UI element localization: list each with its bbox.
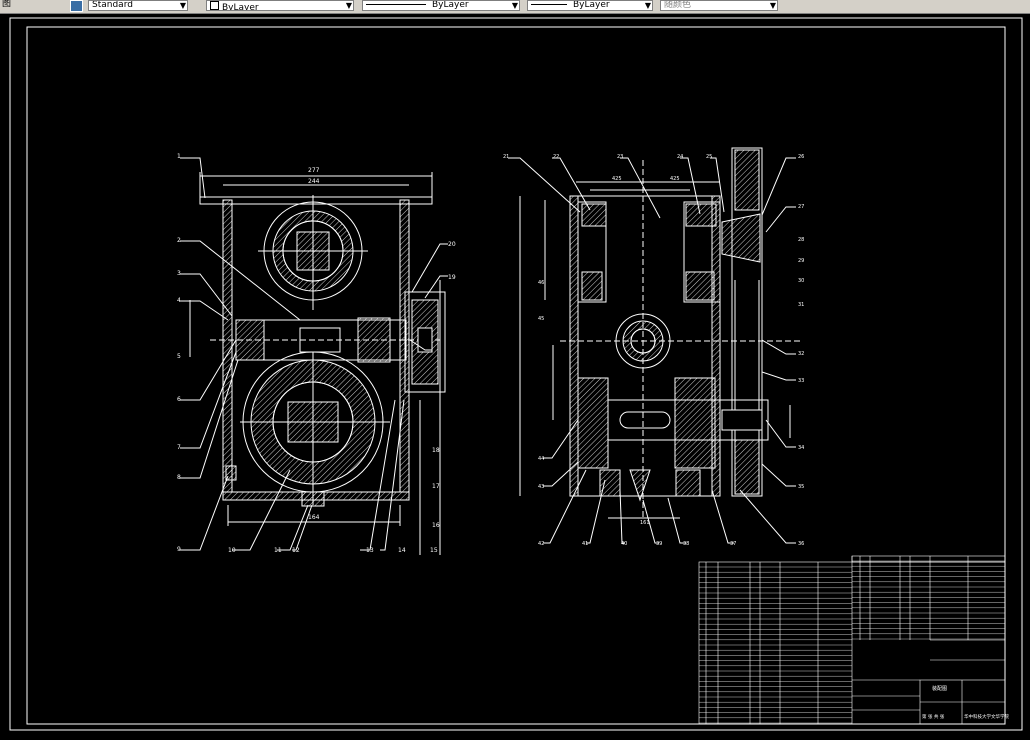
- balloon-30: 30: [798, 278, 804, 284]
- title-sheet-label: 第 张 共 张: [922, 713, 945, 720]
- balloon-32: 32: [798, 351, 804, 357]
- dim-overall-width: 277: [308, 167, 320, 174]
- balloon-41: 41: [582, 541, 588, 547]
- balloon-37: 37: [730, 541, 736, 547]
- dim-inner-width: 244: [308, 178, 320, 185]
- linetype-sample: [366, 4, 426, 5]
- linetype-select[interactable]: ByLayer ▼: [362, 0, 520, 11]
- title-drawing-name: 装配图: [932, 685, 947, 692]
- dim-top-a: 425: [612, 176, 622, 182]
- dim-bottom-width: 164: [308, 514, 320, 521]
- balloon-19: 19: [448, 274, 456, 281]
- balloon-17: 17: [432, 483, 440, 490]
- balloon-12: 12: [292, 547, 300, 554]
- sheet-inner-border: [26, 26, 1006, 725]
- lineweight-value: ByLayer: [573, 0, 610, 10]
- drawing-canvas[interactable]: 277 244 164 1 2 3 4 5 6 7 8 9 10 11 12 1…: [0, 13, 1030, 736]
- chevron-down-icon: ▼: [644, 1, 651, 10]
- balloon-6: 6: [177, 396, 181, 403]
- balloon-44: 44: [538, 456, 544, 462]
- chevron-down-icon: ▼: [769, 1, 776, 10]
- toolbar-left-label: 图: [2, 0, 12, 9]
- balloon-15: 15: [430, 547, 438, 554]
- balloon-35: 35: [798, 484, 804, 490]
- balloon-26: 26: [798, 154, 804, 160]
- balloon-9: 9: [177, 546, 181, 553]
- chevron-down-icon: ▼: [179, 1, 186, 10]
- balloon-16: 16: [432, 522, 440, 529]
- balloon-2: 2: [177, 237, 181, 244]
- balloon-11: 11: [274, 547, 282, 554]
- chevron-down-icon: ▼: [511, 1, 518, 10]
- balloon-7: 7: [177, 444, 181, 451]
- balloon-29: 29: [798, 258, 804, 264]
- plot-style-select[interactable]: 随颜色 ▼: [660, 0, 778, 11]
- linetype-value: ByLayer: [432, 0, 469, 10]
- balloon-43: 43: [538, 484, 544, 490]
- text-style-icon[interactable]: [70, 0, 83, 12]
- plot-style-value: 随颜色: [664, 0, 692, 10]
- balloon-40: 40: [621, 541, 627, 547]
- balloon-24: 24: [677, 154, 683, 160]
- balloon-33: 33: [798, 378, 804, 384]
- balloon-36: 36: [798, 541, 804, 547]
- text-style-select[interactable]: Standard ▼: [88, 0, 188, 11]
- balloon-45: 45: [538, 316, 544, 322]
- balloon-23: 23: [617, 154, 623, 160]
- title-school: 华中科技大学文华学院: [964, 713, 1009, 720]
- balloon-13: 13: [366, 547, 374, 554]
- balloon-27: 27: [798, 204, 804, 210]
- balloon-39: 39: [656, 541, 662, 547]
- chevron-down-icon: ▼: [345, 1, 352, 10]
- balloon-22: 22: [553, 154, 559, 160]
- balloon-25: 25: [706, 154, 712, 160]
- lineweight-sample: [531, 4, 567, 5]
- layer-select[interactable]: ByLayer ▼: [206, 0, 354, 11]
- layer-value: ByLayer: [222, 3, 259, 11]
- balloon-31: 31: [798, 302, 804, 308]
- balloon-8: 8: [177, 474, 181, 481]
- balloon-10: 10: [228, 547, 236, 554]
- balloon-5: 5: [177, 353, 181, 360]
- right-view: [508, 147, 800, 544]
- layer-swatch: [210, 1, 219, 10]
- balloon-38: 38: [683, 541, 689, 547]
- text-style-value: Standard: [92, 0, 133, 10]
- lineweight-select[interactable]: ByLayer ▼: [527, 0, 653, 11]
- dim-bottom: 161: [640, 520, 650, 526]
- balloon-42: 42: [538, 541, 544, 547]
- balloon-20: 20: [448, 241, 456, 248]
- balloon-4: 4: [177, 297, 181, 304]
- balloon-21: 21: [503, 154, 509, 160]
- left-view: [180, 157, 448, 555]
- balloon-14: 14: [398, 547, 406, 554]
- balloon-34: 34: [798, 445, 804, 451]
- balloon-1: 1: [177, 153, 181, 160]
- balloon-3: 3: [177, 270, 181, 277]
- dim-top-b: 425: [670, 176, 680, 182]
- toolbar: 图 Standard ▼ ByLayer ▼ ByLayer ▼ ByLayer…: [0, 0, 1030, 14]
- balloon-46: 46: [538, 280, 544, 286]
- balloon-18: 18: [432, 447, 440, 454]
- balloon-28: 28: [798, 237, 804, 243]
